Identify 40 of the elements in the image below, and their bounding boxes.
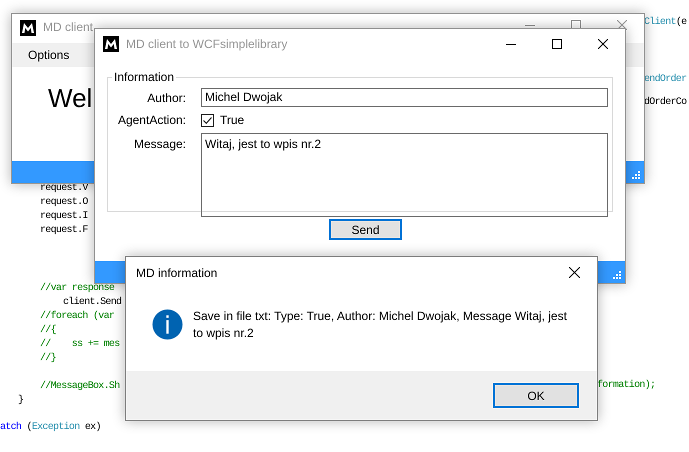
code-line: request.O [40, 196, 88, 210]
welcome-heading: Wel [48, 83, 92, 113]
resize-grip-icon[interactable] [631, 170, 641, 180]
group-title: Information [113, 70, 176, 84]
message-label: Message: [132, 136, 186, 151]
code-line: //var response [40, 282, 114, 296]
author-label: Author: [146, 90, 186, 104]
code-line: request.F [40, 224, 88, 238]
info-icon [152, 309, 183, 340]
dialog-title: MD information [136, 266, 218, 280]
agent-action-label: AgentAction: [116, 113, 186, 127]
checkbox[interactable] [201, 114, 214, 126]
code-line: dOrderCo [644, 96, 686, 110]
code-line: //foreach (var [40, 310, 114, 324]
window-title: MD client to WCFsimplelibrary [126, 36, 288, 50]
code-line: atch (Exception ex) [0, 421, 101, 435]
app-logo-icon [20, 20, 36, 36]
code-line: Client(e [644, 16, 686, 30]
code-line: endOrder [644, 73, 686, 87]
code-line: client.Send [63, 296, 122, 310]
send-button[interactable]: Send [329, 219, 402, 240]
code-line: request.I [40, 210, 88, 224]
message-field[interactable]: Witaj, jest to wpis nr.2 [201, 133, 608, 217]
author-field[interactable]: Michel Dwojak [201, 88, 608, 107]
code-line: //MessageBox.Sh [40, 380, 120, 394]
app-logo-icon [103, 36, 119, 52]
code-line: request.V [40, 182, 88, 196]
window-title: MD client [43, 20, 94, 34]
ok-button[interactable]: OK [493, 383, 579, 408]
code-line: // ss += mes [40, 338, 120, 352]
code-line: //} [40, 352, 56, 366]
code-line: } [18, 394, 24, 408]
code-line: //{ [40, 324, 56, 338]
menu-item[interactable]: Options [28, 48, 70, 62]
code-line: formation); [597, 379, 656, 393]
close-icon[interactable] [598, 38, 608, 48]
checkbox-label[interactable]: True [220, 113, 244, 127]
close-icon[interactable] [569, 267, 580, 278]
dialog-message: Save in file txt: Type: True, Author: Michel Dwojak, Message Witaj, jest to wpis nr.2 [193, 308, 567, 342]
resize-grip-icon[interactable] [612, 270, 622, 280]
